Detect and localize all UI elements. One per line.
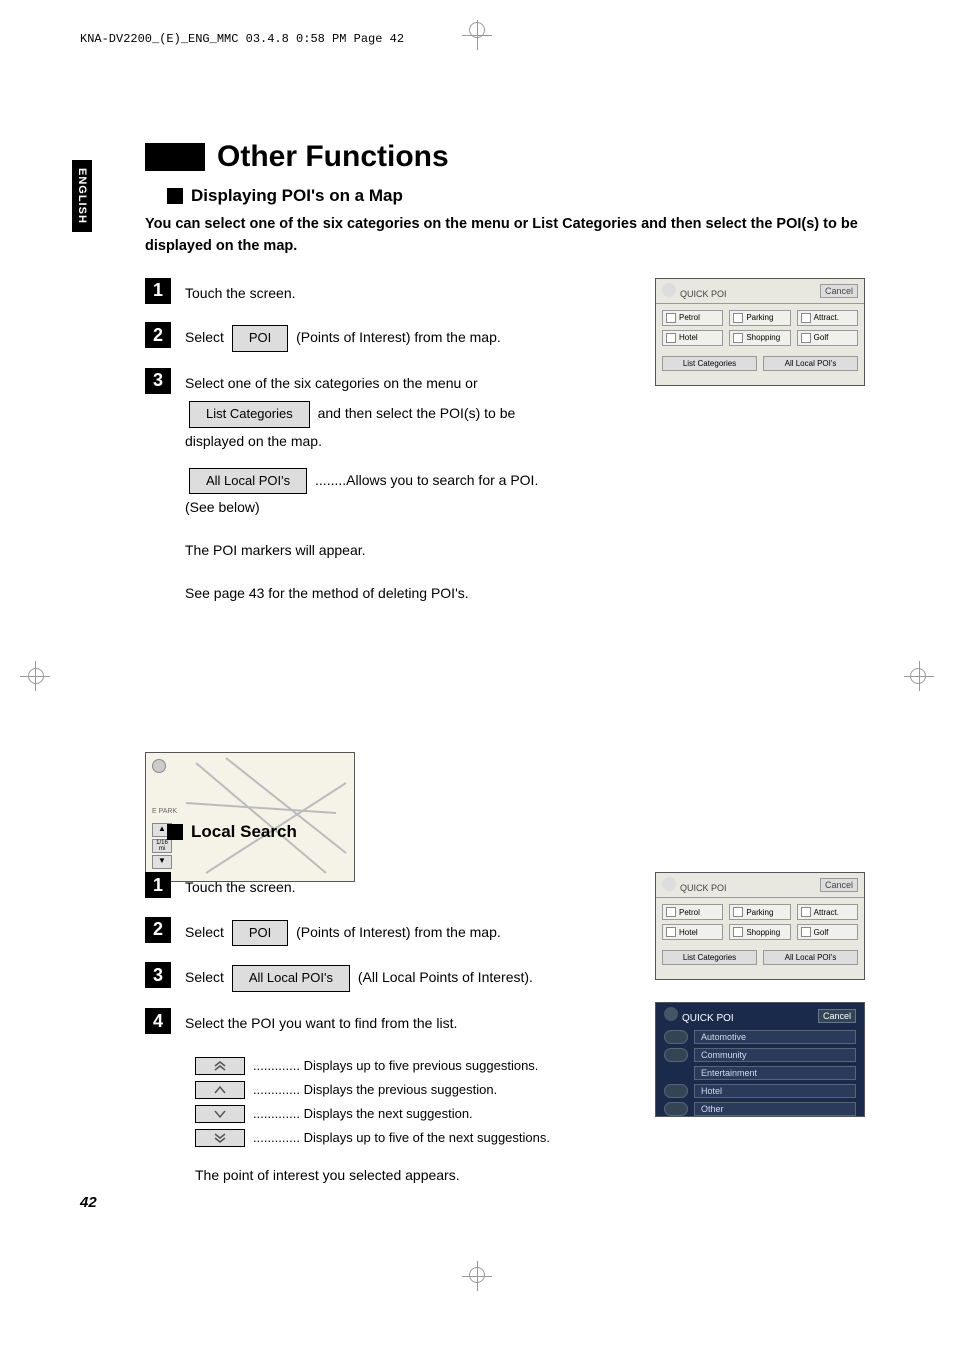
hotel-button[interactable]: Hotel <box>662 924 723 940</box>
double-down-arrow-button[interactable] <box>195 1129 245 1147</box>
entertainment-item[interactable]: Entertainment <box>694 1066 856 1080</box>
shopping-button[interactable]: Shopping <box>729 924 790 940</box>
arrow-desc-1: ............. Displays up to five previo… <box>253 1058 538 1073</box>
main-title: Other Functions <box>217 140 449 174</box>
step3b-text: Select All Local POI's (All Local Points… <box>185 962 545 992</box>
community-item[interactable]: Community <box>694 1048 856 1062</box>
golf-button[interactable]: Golf <box>797 924 858 940</box>
step-number-2: 2 <box>145 322 171 348</box>
double-down-arrow-icon <box>214 1133 226 1143</box>
screenshot-quick-poi-menu: QUICK POI Cancel Petrol Parking Attract.… <box>655 278 865 386</box>
arrow-desc-2: ............. Displays the previous sugg… <box>253 1082 497 1097</box>
all-local-pois-foot-button[interactable]: All Local POI's <box>763 356 858 371</box>
list-categories-foot-button[interactable]: List Categories <box>662 356 757 371</box>
crop-circle-right <box>910 668 926 684</box>
all-local-pois-button[interactable]: All Local POI's <box>232 965 350 992</box>
other-item[interactable]: Other <box>694 1102 856 1116</box>
down-arrow-icon <box>214 1109 226 1119</box>
all-local-pois-foot-button[interactable]: All Local POI's <box>763 950 858 965</box>
hotel-item[interactable]: Hotel <box>694 1084 856 1098</box>
down-arrow-button[interactable] <box>195 1105 245 1123</box>
step4b-text: Select the POI you want to find from the… <box>185 1008 545 1037</box>
arrow-desc-3: ............. Displays the next suggesti… <box>253 1106 473 1121</box>
step-number-4: 4 <box>145 1008 171 1034</box>
step-number-1: 1 <box>145 872 171 898</box>
subtitle-decor <box>167 824 183 840</box>
step1b-text: Touch the screen. <box>185 872 545 901</box>
up-arrow-button[interactable] <box>195 1081 245 1099</box>
petrol-button[interactable]: Petrol <box>662 310 723 326</box>
screenshot-quick-poi-menu-2: QUICK POI Cancel Petrol Parking Attract.… <box>655 872 865 980</box>
all-local-pois-button[interactable]: All Local POI's <box>189 468 307 495</box>
step-number-3: 3 <box>145 962 171 988</box>
shopping-button[interactable]: Shopping <box>729 330 790 346</box>
automotive-item[interactable]: Automotive <box>694 1030 856 1044</box>
section1-subtitle: Displaying POI's on a Map <box>191 186 403 206</box>
section2-subtitle: Local Search <box>191 822 297 842</box>
parking-button[interactable]: Parking <box>729 310 790 326</box>
subtitle-decor <box>167 188 183 204</box>
print-header: KNA-DV2200_(E)_ENG_MMC 03.4.8 0:58 PM Pa… <box>80 32 404 46</box>
petrol-button[interactable]: Petrol <box>662 904 723 920</box>
screenshot-poi-list: QUICK POI Cancel Automotive Community En… <box>655 1002 865 1117</box>
crop-circle-left <box>28 668 44 684</box>
attract-button[interactable]: Attract. <box>797 904 858 920</box>
section1-intro: You can select one of the six categories… <box>145 214 865 258</box>
title-decor <box>145 143 205 171</box>
page-number: 42 <box>80 1194 97 1211</box>
step-number-2: 2 <box>145 917 171 943</box>
poi-button[interactable]: POI <box>232 325 288 352</box>
double-up-arrow-icon <box>214 1061 226 1071</box>
up-arrow-icon <box>214 1085 226 1095</box>
step2b-text: Select POI (Points of Interest) from the… <box>185 917 545 947</box>
step-number-3: 3 <box>145 368 171 394</box>
hotel-button[interactable]: Hotel <box>662 330 723 346</box>
step1-text: Touch the screen. <box>185 278 545 307</box>
step2-text: Select POI (Points of Interest) from the… <box>185 322 545 352</box>
cancel-button[interactable]: Cancel <box>820 878 858 892</box>
step-number-1: 1 <box>145 278 171 304</box>
attract-button[interactable]: Attract. <box>797 310 858 326</box>
poi-button[interactable]: POI <box>232 920 288 947</box>
crop-circle-bottom <box>469 1267 485 1283</box>
arrow-desc-4: ............. Displays up to five of the… <box>253 1130 550 1145</box>
down-arrow-icon[interactable] <box>664 1084 688 1098</box>
crop-circle-top <box>469 22 485 38</box>
list-categories-foot-button[interactable]: List Categories <box>662 950 757 965</box>
double-down-arrow-icon[interactable] <box>664 1102 688 1116</box>
double-up-arrow-button[interactable] <box>195 1057 245 1075</box>
list-categories-button[interactable]: List Categories <box>189 401 310 428</box>
language-tab: ENGLISH <box>72 160 92 232</box>
cancel-button[interactable]: Cancel <box>818 1009 856 1023</box>
double-up-arrow-icon[interactable] <box>664 1030 688 1044</box>
cancel-button[interactable]: Cancel <box>820 284 858 298</box>
final-text: The point of interest you selected appea… <box>195 1167 865 1183</box>
golf-button[interactable]: Golf <box>797 330 858 346</box>
up-arrow-icon[interactable] <box>664 1048 688 1062</box>
step3-text: Select one of the six categories on the … <box>185 368 545 606</box>
parking-button[interactable]: Parking <box>729 904 790 920</box>
